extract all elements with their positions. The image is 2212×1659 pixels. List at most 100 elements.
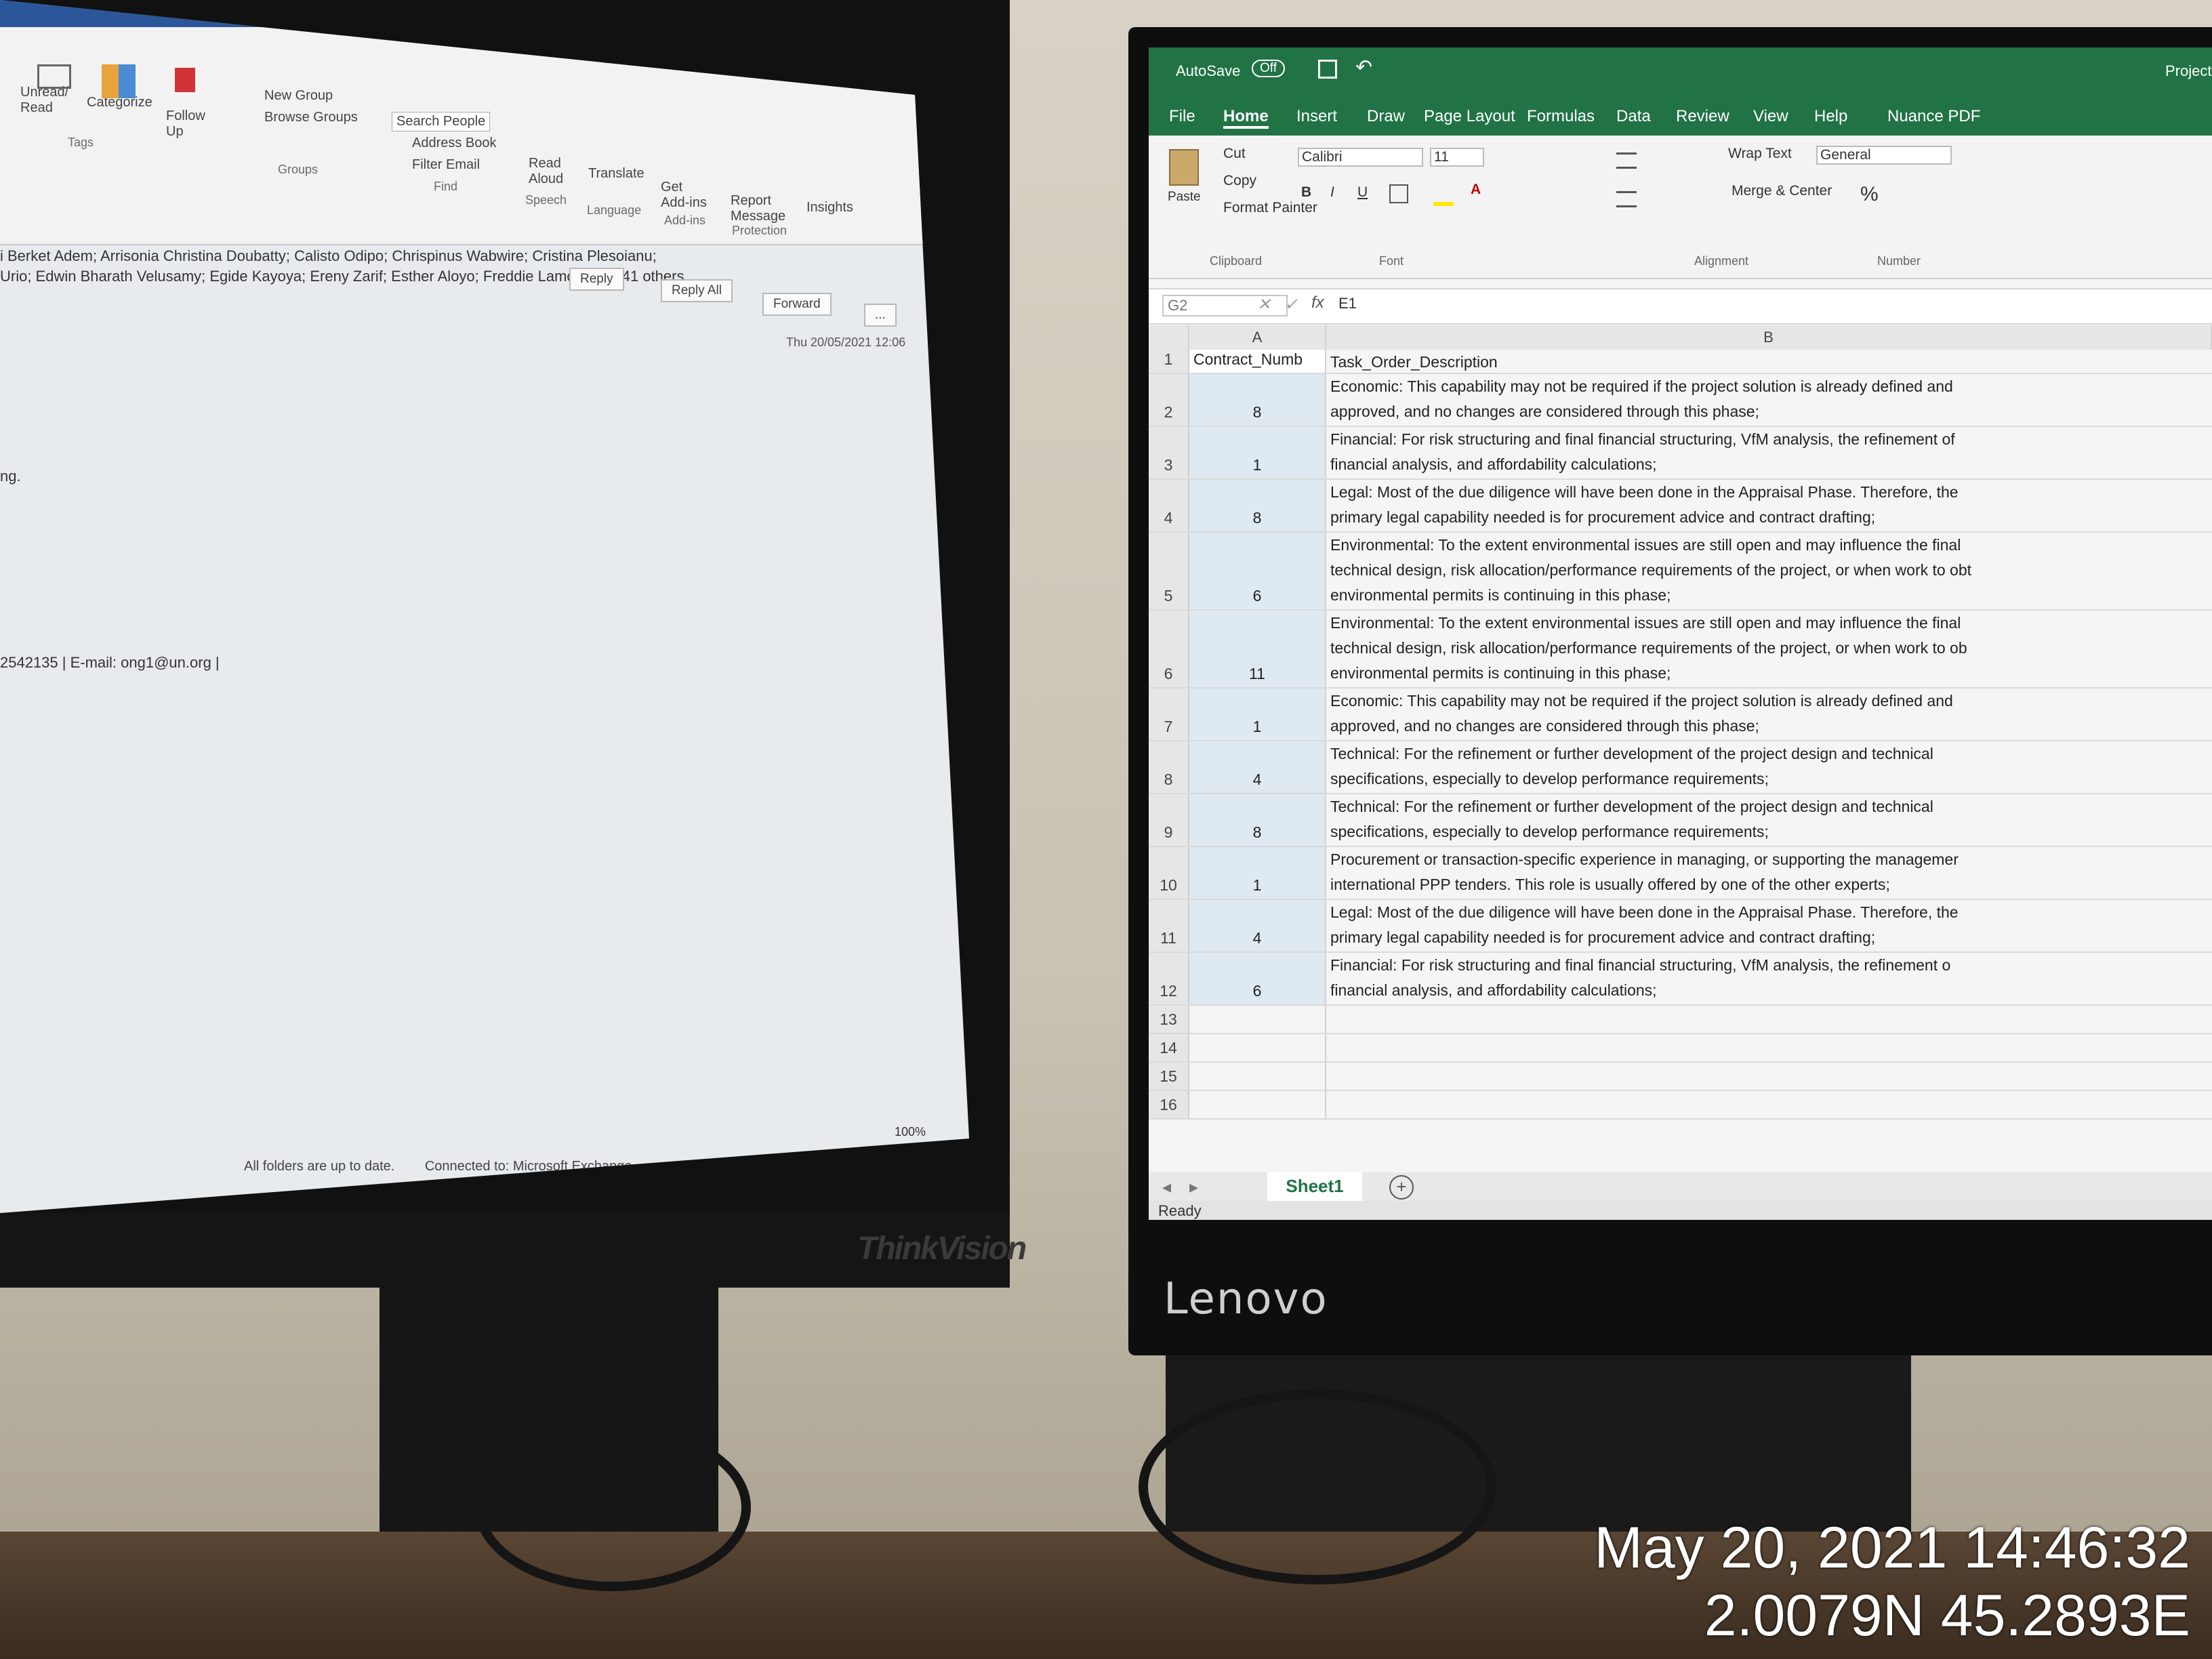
cut-button[interactable]: Cut	[1223, 146, 1246, 162]
ribbon-read-aloud[interactable]: Read Aloud	[529, 156, 569, 187]
cell-task-order-description[interactable]: Technical: For the refinement or further…	[1326, 794, 2212, 846]
cell-contract-number[interactable]	[1189, 1006, 1326, 1033]
tab-nuance-pdf[interactable]: Nuance PDF	[1887, 107, 1980, 126]
tab-file[interactable]: File	[1169, 107, 1195, 126]
merge-center-button[interactable]: Merge & Center	[1732, 183, 1832, 199]
row-number[interactable]: 5	[1149, 533, 1189, 609]
tab-data[interactable]: Data	[1616, 107, 1651, 126]
row-number[interactable]: 6	[1149, 611, 1189, 687]
tab-formulas[interactable]: Formulas	[1527, 107, 1595, 126]
add-sheet-icon[interactable]: +	[1389, 1175, 1414, 1200]
cell-contract-number[interactable]: 8	[1189, 794, 1326, 846]
cell-contract-number[interactable]: 1	[1189, 689, 1326, 740]
cell-task-order-description[interactable]: Technical: For the refinement or further…	[1326, 741, 2212, 793]
cell-task-order-description[interactable]	[1326, 1063, 2212, 1090]
sheet-prev-icon[interactable]: ◂	[1162, 1176, 1171, 1197]
paste-button[interactable]: Paste	[1168, 190, 1201, 205]
wrap-text-button[interactable]: Wrap Text	[1728, 146, 1792, 162]
tray-date[interactable]: 20/05/2021	[854, 1176, 915, 1190]
row-number[interactable]: 1	[1149, 350, 1189, 373]
cell-task-order-description[interactable]: Economic: This capability may not be req…	[1326, 689, 2212, 740]
sheet-tab-sheet1[interactable]: Sheet1	[1267, 1172, 1362, 1204]
row-number[interactable]: 9	[1149, 794, 1189, 846]
cell-task-order-description[interactable]: Environmental: To the extent environment…	[1326, 611, 2212, 687]
sheet-next-icon[interactable]: ▸	[1189, 1176, 1198, 1197]
more-actions-button[interactable]: ...	[864, 304, 897, 327]
ribbon-new-group[interactable]: New Group	[264, 88, 333, 104]
enter-icon[interactable]: ✓	[1284, 295, 1298, 314]
font-color-icon[interactable]: A	[1471, 182, 1481, 198]
reply-all-button[interactable]: Reply All	[661, 279, 733, 302]
cancel-icon[interactable]: ✕	[1257, 295, 1271, 314]
ribbon-unread-read[interactable]: Unread/ Read	[20, 85, 81, 116]
forward-button[interactable]: Forward	[762, 293, 832, 316]
cell-contract-number[interactable]	[1189, 1063, 1326, 1090]
cell-contract-number[interactable]: 8	[1189, 374, 1326, 426]
select-all-corner[interactable]	[1149, 325, 1189, 350]
ribbon-browse-groups[interactable]: Browse Groups	[264, 110, 358, 125]
italic-button[interactable]: I	[1330, 184, 1334, 201]
cell-contract-number[interactable]: 1	[1189, 427, 1326, 478]
align-top-icon[interactable]	[1616, 152, 1637, 169]
row-number[interactable]: 13	[1149, 1006, 1189, 1033]
row-number[interactable]: 16	[1149, 1091, 1189, 1118]
borders-icon[interactable]	[1389, 184, 1408, 203]
ribbon-report-message[interactable]: Report Message	[731, 193, 785, 224]
fill-color-icon[interactable]	[1433, 202, 1454, 206]
column-header-b[interactable]: B	[1326, 325, 2212, 350]
ribbon-filter-email[interactable]: Filter Email	[412, 157, 480, 173]
align-left-icon[interactable]	[1616, 191, 1637, 207]
cell-contract-number[interactable]: 6	[1189, 953, 1326, 1004]
cell-task-order-description[interactable]: Environmental: To the extent environment…	[1326, 533, 2212, 609]
number-format-select[interactable]: General	[1816, 146, 1952, 165]
underline-button[interactable]: U	[1357, 184, 1368, 201]
row-number[interactable]: 8	[1149, 741, 1189, 793]
zoom-level[interactable]: 100%	[895, 1125, 926, 1139]
cell-task-order-description[interactable]: Financial: For risk structuring and fina…	[1326, 427, 2212, 478]
header-cell-task-order-description[interactable]: Task_Order_Description	[1326, 350, 2212, 373]
percent-button[interactable]: %	[1860, 183, 1879, 206]
column-header-a[interactable]: A	[1189, 325, 1326, 350]
tray-language[interactable]: ENG	[813, 1176, 840, 1190]
font-size-select[interactable]: 11	[1430, 148, 1484, 167]
tab-home[interactable]: Home	[1223, 107, 1269, 129]
tab-review[interactable]: Review	[1676, 107, 1729, 126]
header-cell-contract-number[interactable]: Contract_Numb	[1189, 350, 1326, 373]
row-number[interactable]: 7	[1149, 689, 1189, 740]
tab-help[interactable]: Help	[1814, 107, 1847, 126]
reply-button[interactable]: Reply	[569, 268, 624, 291]
row-number[interactable]: 11	[1149, 900, 1189, 951]
cell-task-order-description[interactable]	[1326, 1006, 2212, 1033]
ribbon-follow-up[interactable]: Follow Up	[166, 108, 213, 140]
bold-button[interactable]: B	[1301, 184, 1311, 201]
cell-contract-number[interactable]: 6	[1189, 533, 1326, 609]
ribbon-insights[interactable]: Insights	[806, 200, 853, 216]
autosave-toggle[interactable]: Off	[1252, 60, 1285, 77]
tab-view[interactable]: View	[1753, 107, 1788, 126]
onedrive-icon[interactable]	[678, 1183, 695, 1193]
tab-page-layout[interactable]: Page Layout	[1424, 107, 1515, 126]
tab-draw[interactable]: Draw	[1367, 107, 1405, 126]
undo-icon[interactable]: ↶	[1355, 56, 1372, 79]
formula-input[interactable]: E1	[1338, 295, 1357, 312]
ribbon-get-addins[interactable]: Get Add-ins	[661, 180, 708, 211]
tray-time[interactable]: 14:46	[871, 1155, 901, 1170]
cell-task-order-description[interactable]: Economic: This capability may not be req…	[1326, 374, 2212, 426]
save-icon[interactable]	[1318, 60, 1337, 79]
cell-task-order-description[interactable]	[1326, 1034, 2212, 1061]
insert-function-icon[interactable]: fx	[1311, 293, 1324, 312]
ribbon-translate[interactable]: Translate	[588, 166, 644, 182]
row-number[interactable]: 2	[1149, 374, 1189, 426]
cell-contract-number[interactable]	[1189, 1034, 1326, 1061]
row-number[interactable]: 4	[1149, 480, 1189, 531]
tab-insert[interactable]: Insert	[1296, 107, 1337, 126]
row-number[interactable]: 12	[1149, 953, 1189, 1004]
ribbon-address-book[interactable]: Address Book	[412, 136, 497, 151]
cell-contract-number[interactable]: 11	[1189, 611, 1326, 687]
cell-contract-number[interactable]: 4	[1189, 900, 1326, 951]
cell-contract-number[interactable]: 8	[1189, 480, 1326, 531]
cell-contract-number[interactable]	[1189, 1091, 1326, 1118]
row-number[interactable]: 10	[1149, 847, 1189, 899]
row-number[interactable]: 15	[1149, 1063, 1189, 1090]
cell-task-order-description[interactable]: Procurement or transaction-specific expe…	[1326, 847, 2212, 899]
